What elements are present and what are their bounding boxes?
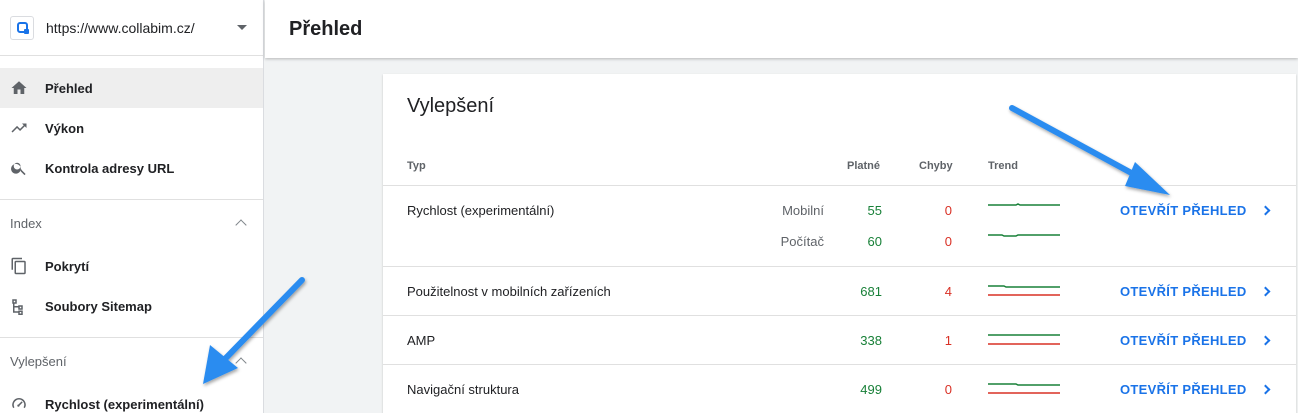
dropdown-caret-icon[interactable] [237,25,247,30]
sidebar-item-url-inspection[interactable]: Kontrola adresy URL [0,148,263,188]
row-error-count: 0 [944,234,952,249]
table-row: Rychlost (experimentální) Mobilní 55 0 P… [383,186,1296,267]
button-label: OTEVŘÍT PŘEHLED [1120,203,1247,218]
sidebar-item-speed[interactable]: Rychlost (experimentální) [0,384,263,413]
row-type: Rychlost (experimentální) [407,203,555,218]
row-type: Navigační struktura [407,382,519,397]
table-row: Navigační struktura 499 0 OTEVŘÍT PŘEHLE… [383,365,1296,413]
row-error-count: 4 [944,284,952,299]
home-icon [10,79,28,97]
trend-sparkline [988,382,1060,396]
trend-sparkline [988,284,1060,298]
sidebar-nav: Přehled Výkon Kontrola adresy URL Index [0,56,263,413]
enhancements-section-header[interactable]: Vylepšení [0,338,263,384]
section-title: Vylepšení [10,353,67,369]
column-header-valid: Platné [847,160,881,172]
chevron-right-icon [1260,205,1271,216]
button-label: OTEVŘÍT PŘEHLED [1120,382,1247,397]
trending-up-icon [10,119,28,137]
sidebar-item-overview[interactable]: Přehled [0,68,263,108]
button-label: OTEVŘÍT PŘEHLED [1120,284,1247,299]
sidebar-item-label: Pokrytí [45,258,90,274]
page-title: Přehled [289,17,363,40]
row-valid-count: 681 [860,284,882,299]
sidebar-item-label: Kontrola adresy URL [45,160,175,176]
speedometer-icon [10,395,28,413]
sitemap-icon [10,297,28,315]
enhancements-section: Vylepšení Rychlost (experimentální) [0,337,263,413]
row-error-count: 0 [944,382,952,397]
button-label: OTEVŘÍT PŘEHLED [1120,333,1247,348]
property-icon [10,15,34,40]
row-type: Použitelnost v mobilních zařízeních [407,284,611,299]
table-row: AMP 338 1 OTEVŘÍT PŘEHLED [383,316,1296,365]
enhancements-card: Vylepšení Typ Platné Chyby Trend Rychlos… [383,74,1296,413]
row-valid-count: 499 [860,382,882,397]
sidebar-item-label: Výkon [45,120,85,136]
row-error-count: 0 [944,203,952,218]
row-error-count: 1 [944,333,952,348]
trend-sparkline [988,203,1060,209]
card-title: Vylepšení [407,95,495,117]
trend-sparkline [988,234,1060,240]
open-report-button[interactable]: OTEVŘÍT PŘEHLED [1120,284,1271,299]
search-icon [10,159,28,177]
chevron-up-icon [235,357,247,369]
open-report-button[interactable]: OTEVŘÍT PŘEHLED [1120,203,1271,218]
column-header-type: Typ [407,160,426,172]
trend-sparkline [988,333,1060,347]
property-selector[interactable]: https://www.collabim.cz/ [0,0,263,56]
sidebar-item-label: Rychlost (experimentální) [45,396,204,412]
sidebar-item-performance[interactable]: Výkon [0,108,263,148]
chevron-right-icon [1260,384,1271,395]
file-copy-icon [10,257,28,275]
row-type: AMP [407,333,436,348]
sidebar-item-coverage[interactable]: Pokrytí [0,246,263,286]
chevron-up-icon [235,219,247,231]
row-device: Počítač [780,234,824,249]
section-title: Index [10,215,42,231]
chevron-right-icon [1260,286,1271,297]
column-header-errors: Chyby [919,160,953,172]
index-section-header[interactable]: Index [0,200,263,246]
chevron-right-icon [1260,335,1271,346]
table-row: Použitelnost v mobilních zařízeních 681 … [383,267,1296,316]
table-header: Typ Platné Chyby Trend [383,154,1296,186]
page-header: Přehled [265,0,1298,58]
sidebar: https://www.collabim.cz/ Přehled Výkon K… [0,0,264,413]
row-device: Mobilní [782,203,824,218]
open-report-button[interactable]: OTEVŘÍT PŘEHLED [1120,382,1271,397]
index-section: Index Pokrytí Soubory Sitemap [0,199,263,326]
sidebar-item-sitemaps[interactable]: Soubory Sitemap [0,286,263,326]
property-url: https://www.collabim.cz/ [46,19,195,36]
row-valid-count: 55 [867,203,882,218]
open-report-button[interactable]: OTEVŘÍT PŘEHLED [1120,333,1271,348]
row-valid-count: 338 [860,333,882,348]
sidebar-item-label: Přehled [45,80,93,96]
row-valid-count: 60 [867,234,882,249]
column-header-trend: Trend [988,160,1018,172]
sidebar-item-label: Soubory Sitemap [45,298,152,314]
